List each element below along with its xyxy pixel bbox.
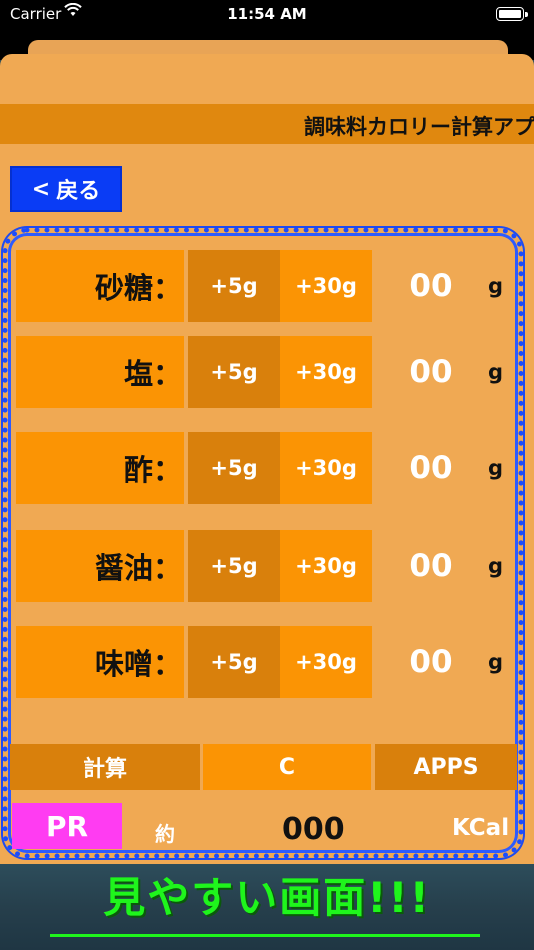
battery-cap [525, 12, 528, 17]
row-label: 味噌： [16, 626, 184, 698]
row-vinegar: 酢： +5g +30g 00 g [16, 432, 516, 504]
apps-button[interactable]: APPS [375, 744, 517, 790]
row-label: 酢： [16, 432, 184, 504]
amount-unit: g [488, 274, 504, 298]
row-sugar: 砂糖： +5g +30g 00 g [16, 250, 516, 322]
row-miso: 味噌： +5g +30g 00 g [16, 626, 516, 698]
row-salt: 塩： +5g +30g 00 g [16, 336, 516, 408]
amount-value: 00 [409, 644, 453, 680]
amount-value: 00 [409, 450, 453, 486]
amount-unit: g [488, 456, 504, 480]
banner-underline [50, 934, 480, 937]
amount-value: 00 [409, 354, 453, 390]
plus-30g-button[interactable]: +30g [280, 432, 372, 504]
battery-icon [496, 7, 524, 21]
calculate-button[interactable]: 計算 [10, 744, 200, 790]
plus-30g-button[interactable]: +30g [280, 336, 372, 408]
status-bar: Carrier 11:54 AM [0, 0, 534, 30]
plus-30g-button[interactable]: +30g [280, 250, 372, 322]
amount-value: 00 [409, 268, 453, 304]
clear-button[interactable]: C [203, 744, 371, 790]
back-button-label: 戻る [56, 179, 101, 204]
back-button[interactable]: < 戻る [10, 166, 122, 212]
row-soy-sauce: 醤油： +5g +30g 00 g [16, 530, 516, 602]
plus-5g-button[interactable]: +5g [188, 626, 280, 698]
chevron-left-icon: < [31, 176, 51, 202]
plus-5g-button[interactable]: +5g [188, 530, 280, 602]
amount-unit: g [488, 554, 504, 578]
plus-5g-button[interactable]: +5g [188, 432, 280, 504]
amount-unit: g [488, 360, 504, 384]
row-label: 醤油： [16, 530, 184, 602]
promo-banner: 見やすい画面!!! [103, 873, 431, 922]
title-bar: 調味料カロリー計算アプリ [0, 104, 534, 144]
amount-value: 00 [409, 548, 453, 584]
row-label: 塩： [16, 336, 184, 408]
plus-5g-button[interactable]: +5g [188, 336, 280, 408]
pr-button[interactable]: PR [12, 803, 122, 849]
plus-5g-button[interactable]: +5g [188, 250, 280, 322]
row-label: 砂糖： [16, 250, 184, 322]
plus-30g-button[interactable]: +30g [280, 626, 372, 698]
amount-unit: g [488, 650, 504, 674]
clock: 11:54 AM [227, 5, 307, 23]
total-calories: 000 [282, 812, 345, 847]
page-title: 調味料カロリー計算アプリ [304, 115, 534, 139]
approx-label: 約 [155, 822, 175, 846]
kcal-unit: KCal [452, 815, 510, 841]
plus-30g-button[interactable]: +30g [280, 530, 372, 602]
